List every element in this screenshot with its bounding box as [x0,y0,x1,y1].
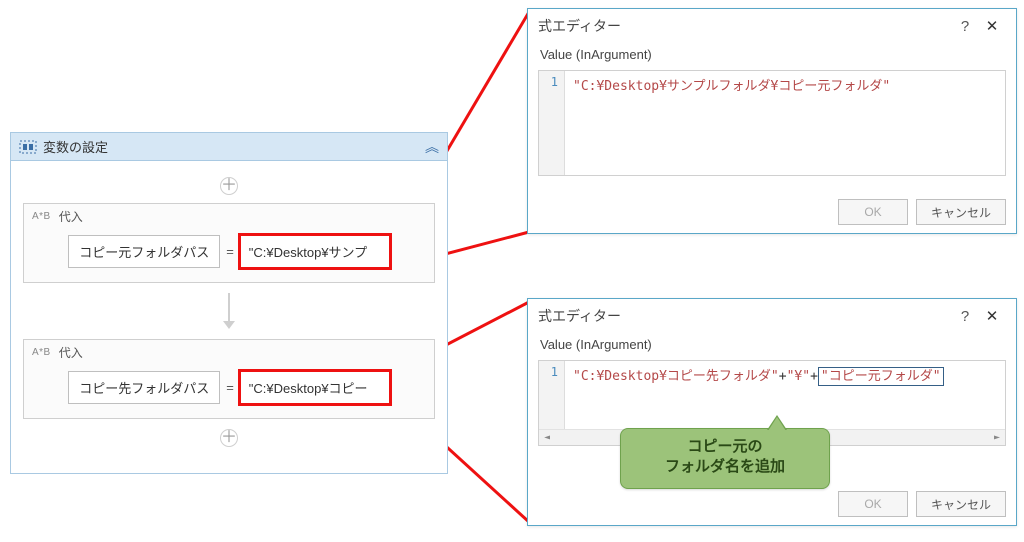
activity-name: 代入 [59,208,83,225]
cancel-button[interactable]: キャンセル [916,491,1006,517]
line-number: 1 [539,71,565,175]
assign-variable-input[interactable]: コピー元フォルダパス [68,235,220,268]
callout-line1: コピー元の [631,437,819,457]
assign-activity-2[interactable]: A*B 代入 コピー先フォルダパス = "C:¥Desktop¥コピー [23,339,435,419]
activity-type-label: A*B [32,347,51,358]
cancel-button[interactable]: キャンセル [916,199,1006,225]
sequence-icon [19,140,37,154]
expression-editor-2: 式エディター ? ✕ Value (InArgument) 1 "C:¥Desk… [527,298,1017,526]
help-icon[interactable]: ? [952,308,978,325]
activity-type-label: A*B [32,211,51,222]
close-icon[interactable]: ✕ [978,17,1006,35]
editor-subtitle: Value (InArgument) [528,333,1016,360]
callout-line2: フォルダ名を追加 [631,457,819,477]
code-segment: "C:¥Desktop¥コピー先フォルダ" [573,369,779,384]
assign-activity-1[interactable]: A*B 代入 コピー元フォルダパス = "C:¥Desktop¥サンプ [23,203,435,283]
add-connector-bottom[interactable]: ＋ [23,429,435,447]
scroll-right-icon[interactable]: ► [989,432,1005,443]
workflow-panel: 変数の設定 ︽ ＋ A*B 代入 コピー元フォルダパス = "C:¥Deskto… [10,132,448,474]
scroll-left-icon[interactable]: ◄ [539,432,555,443]
assign-variable-input[interactable]: コピー先フォルダパス [68,371,220,404]
assign-value-input[interactable]: "C:¥Desktop¥コピー [240,371,390,404]
flow-arrow [23,293,435,329]
activity-name: 代入 [59,344,83,361]
editor-subtitle: Value (InArgument) [528,43,1016,70]
equals-label: = [226,380,234,395]
code-segment: + [779,369,787,384]
help-icon[interactable]: ? [952,18,978,35]
annotation-callout: コピー元の フォルダ名を追加 [620,428,830,489]
editor-title: 式エディター [538,306,952,326]
code-segment: "コピー元フォルダ" [818,367,944,386]
ok-button[interactable]: OK [838,491,908,517]
code-segment: "¥" [787,369,810,384]
assign-value-input[interactable]: "C:¥Desktop¥サンプ [240,235,390,268]
code-segment: "C:¥Desktop¥サンプルフォルダ¥コピー元フォルダ" [573,79,890,94]
expression-editor-1: 式エディター ? ✕ Value (InArgument) 1 "C:¥Desk… [527,8,1017,234]
code-editor[interactable]: 1 "C:¥Desktop¥サンプルフォルダ¥コピー元フォルダ" [538,70,1006,176]
collapse-icon[interactable]: ︽ [425,137,439,157]
add-connector-top[interactable]: ＋ [23,177,435,195]
code-segment: + [810,369,818,384]
close-icon[interactable]: ✕ [978,307,1006,325]
workflow-titlebar[interactable]: 変数の設定 ︽ [11,133,447,161]
workflow-title: 変数の設定 [43,137,425,156]
ok-button[interactable]: OK [838,199,908,225]
editor-title: 式エディター [538,16,952,36]
equals-label: = [226,244,234,259]
